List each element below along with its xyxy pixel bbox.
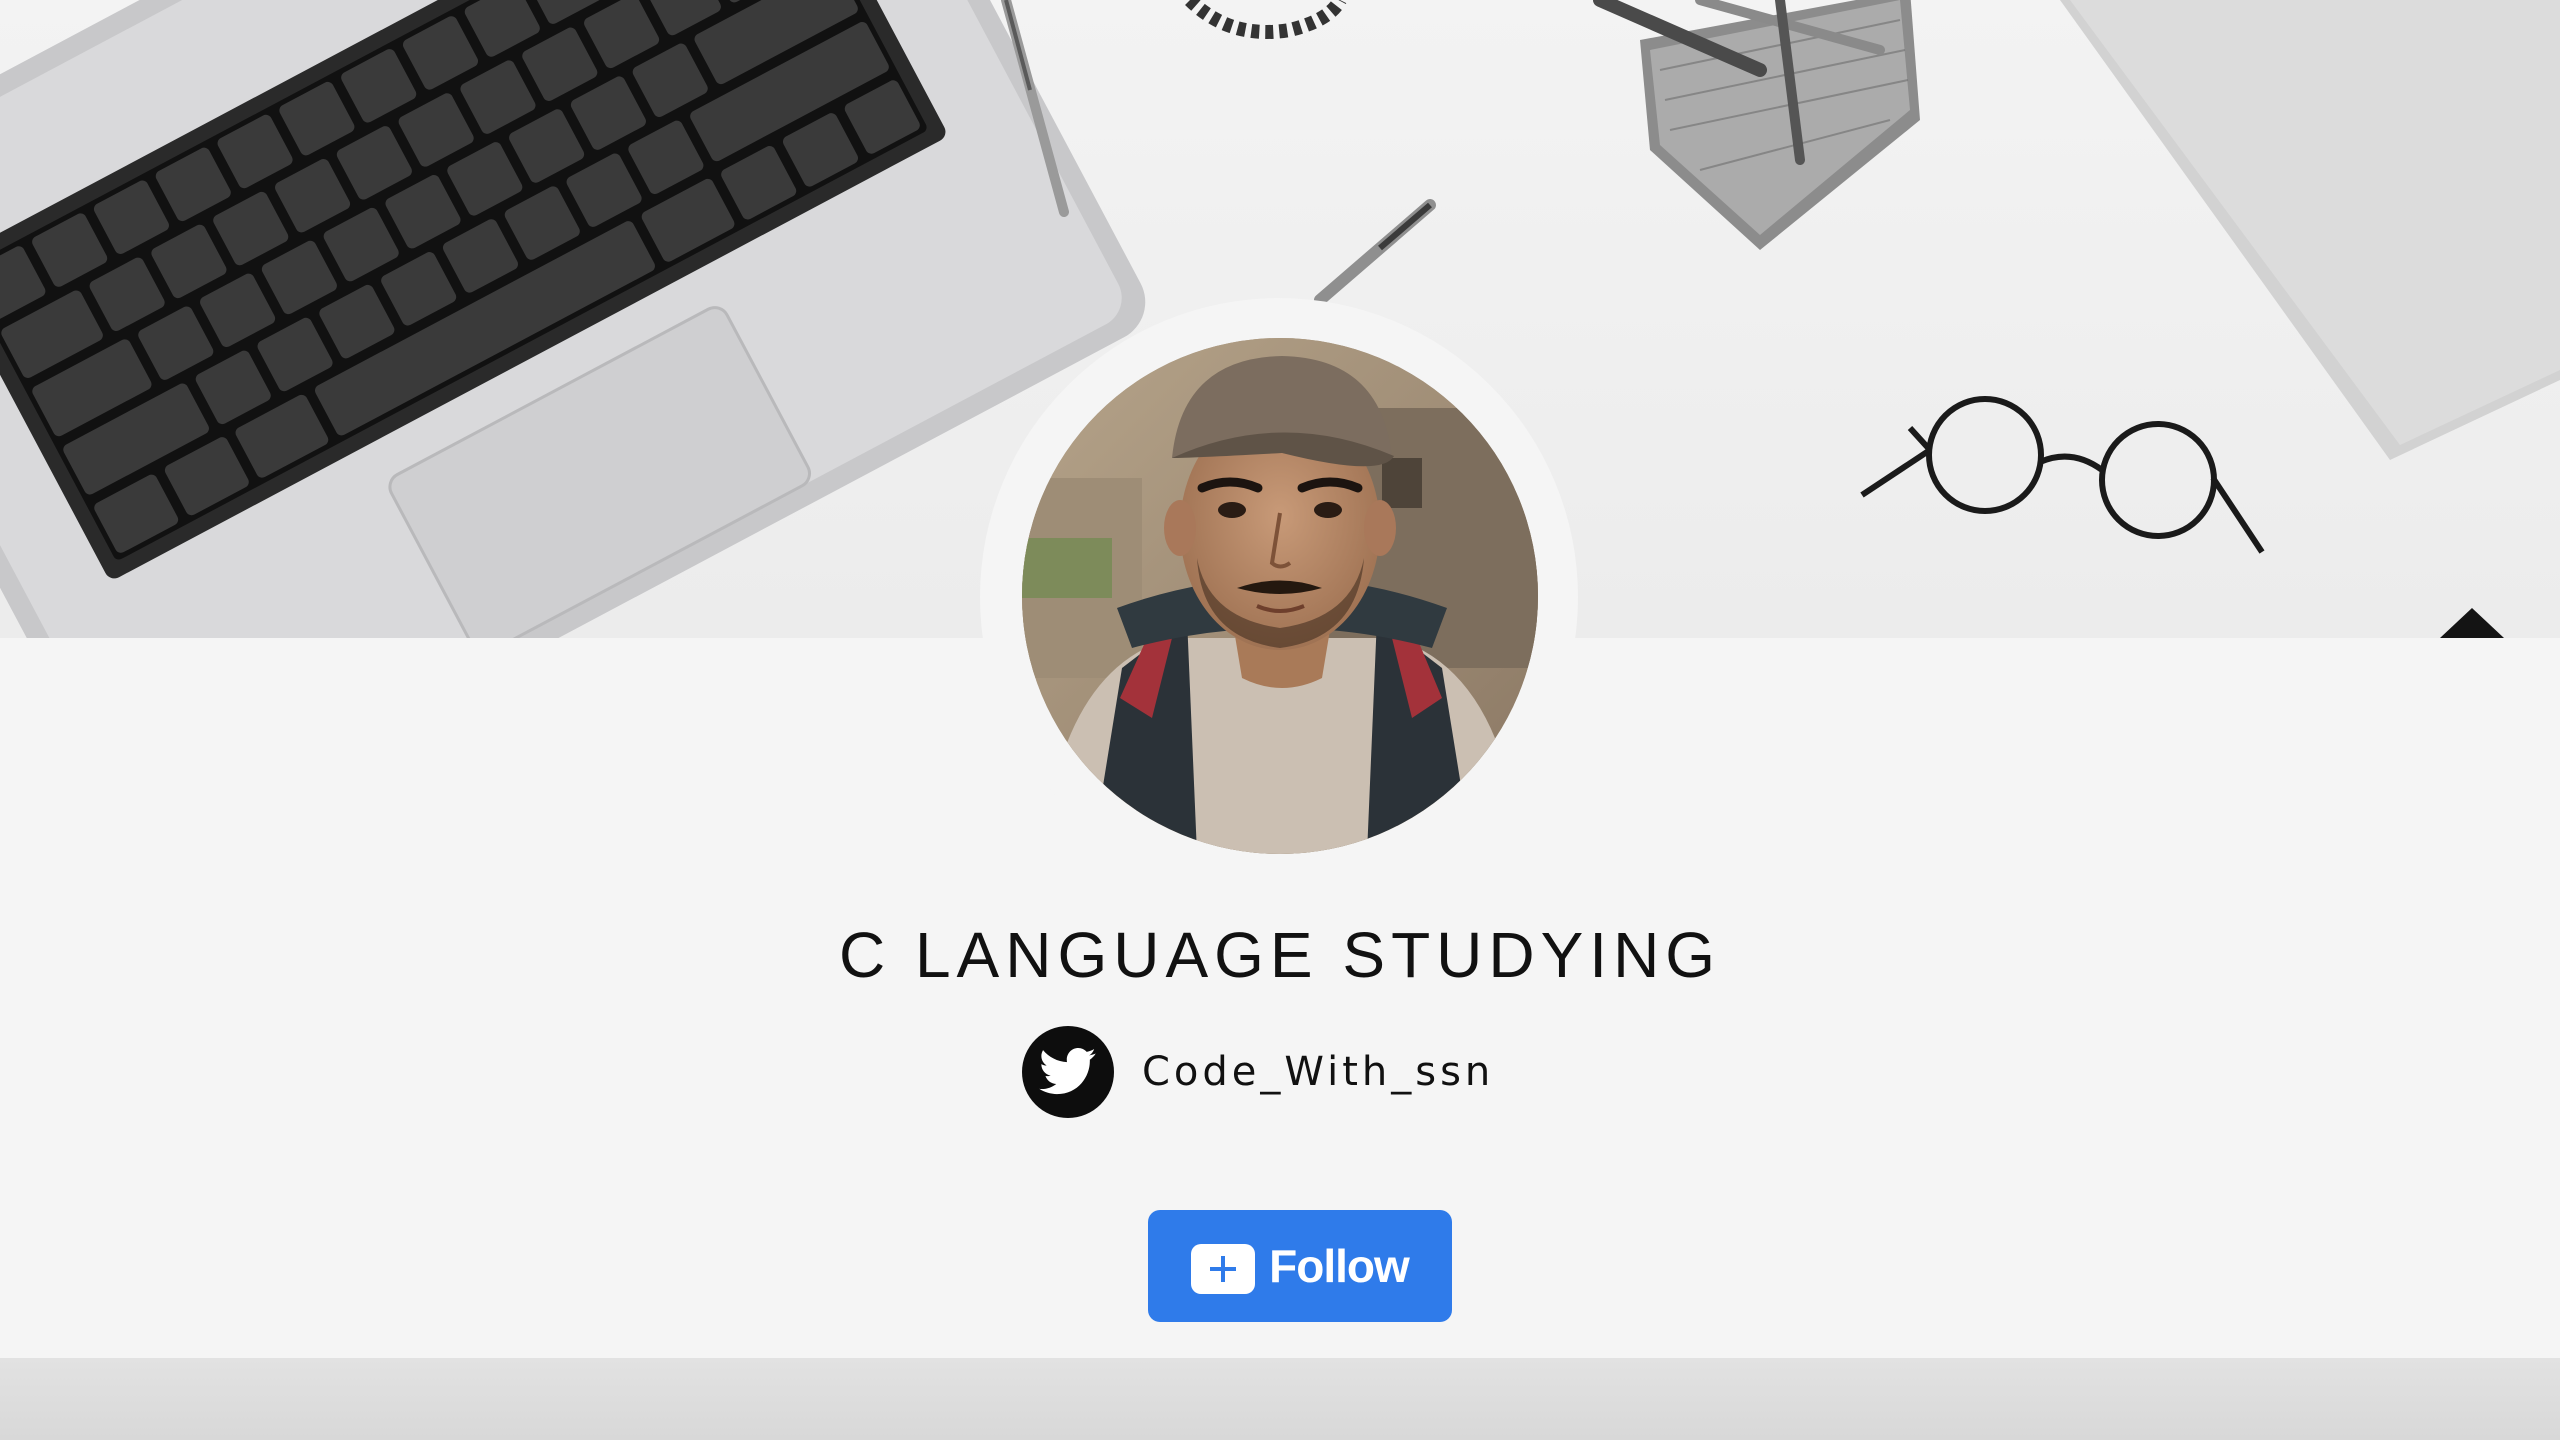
twitter-icon[interactable] bbox=[1022, 1026, 1114, 1118]
twitter-handle-row[interactable]: Code_With_ssn bbox=[1022, 1026, 1494, 1118]
twitter-handle[interactable]: Code_With_ssn bbox=[1142, 1049, 1494, 1095]
follow-button[interactable]: Follow bbox=[1148, 1210, 1452, 1322]
page-title: C LANGUAGE STUDYING bbox=[838, 919, 1722, 991]
corner-decoration bbox=[2440, 608, 2504, 638]
footer-band bbox=[0, 1358, 2560, 1440]
follow-label: Follow bbox=[1269, 1240, 1410, 1292]
plus-icon bbox=[1191, 1244, 1256, 1294]
pencil-holder-illustration bbox=[1593, 0, 1920, 250]
glasses-illustration bbox=[1860, 396, 2265, 554]
avatar[interactable] bbox=[1022, 338, 1538, 854]
